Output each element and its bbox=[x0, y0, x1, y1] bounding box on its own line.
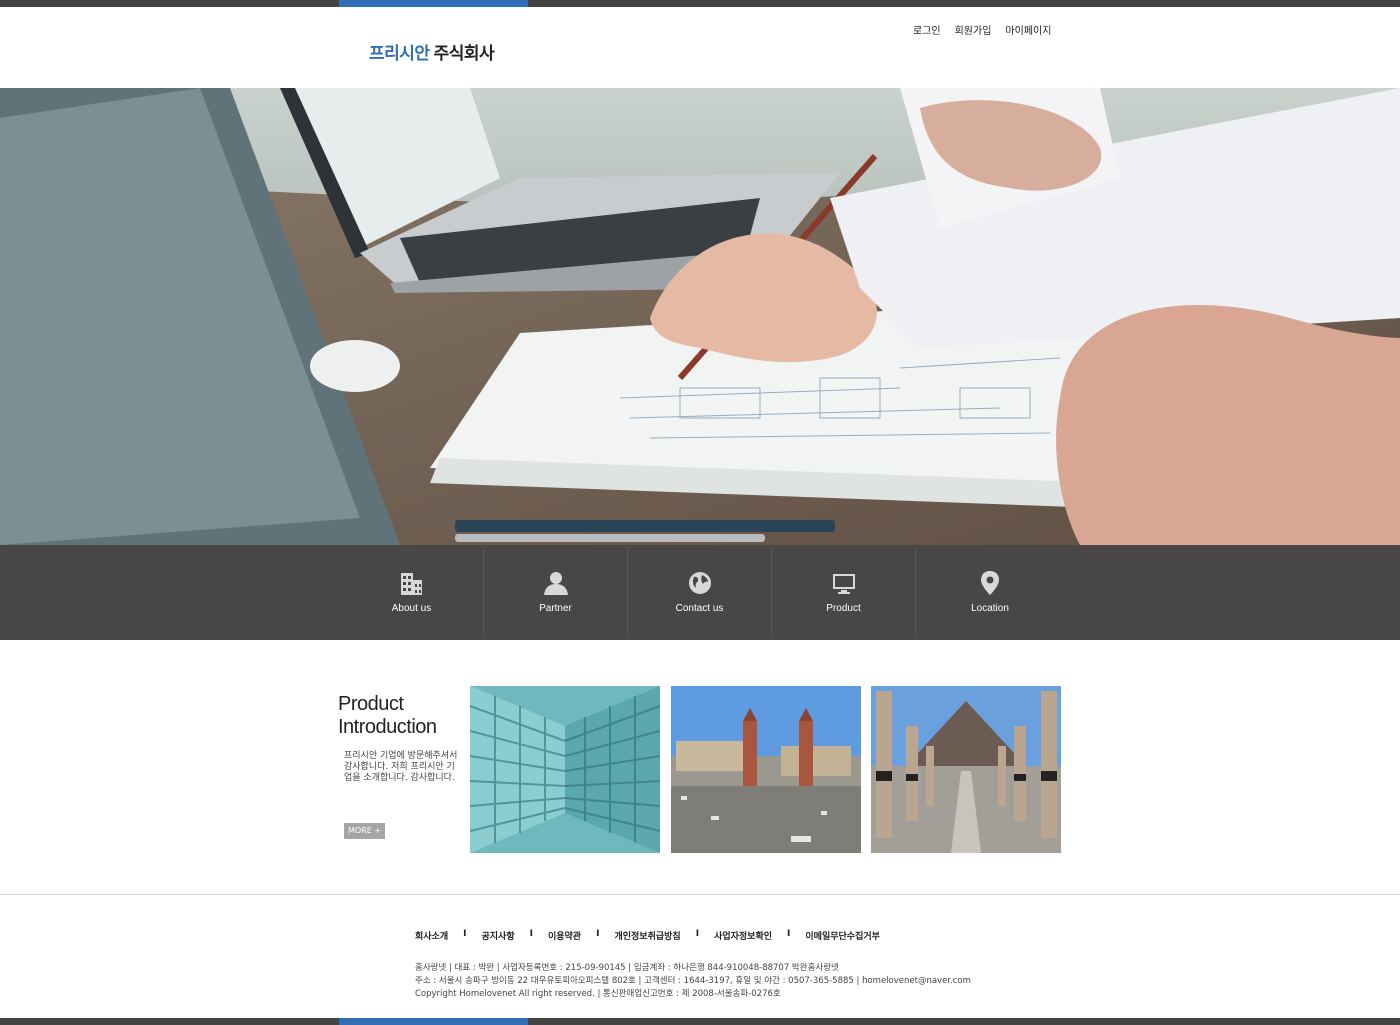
top-bar-accent bbox=[339, 0, 528, 7]
city-plaza-image bbox=[671, 686, 861, 853]
hero-banner bbox=[0, 88, 1400, 545]
hero-photo bbox=[0, 88, 1400, 545]
footer-info-line1: 홈사랑넷 | 대표 : 박완 | 사업자등록번호 : 215-09-90145 … bbox=[415, 963, 839, 973]
menu-about-us[interactable]: About us bbox=[340, 547, 484, 638]
footer-link-business-info[interactable]: 사업자정보확인 bbox=[714, 929, 772, 942]
quick-menu: About us Partner Contact us Product Loca… bbox=[0, 545, 1400, 640]
menu-location[interactable]: Location bbox=[918, 547, 1062, 638]
menu-label-location: Location bbox=[971, 603, 1009, 614]
more-button[interactable]: MORE + bbox=[344, 823, 385, 839]
building-icon bbox=[400, 573, 422, 595]
footer-separator: I bbox=[463, 929, 467, 939]
menu-label-about-us: About us bbox=[391, 603, 432, 614]
menu-partner[interactable]: Partner bbox=[484, 547, 628, 638]
menu-contact-us[interactable]: Contact us bbox=[628, 547, 772, 638]
menu-label-contact-us: Contact us bbox=[675, 603, 724, 614]
footer-link-no-email[interactable]: 이메일무단수집거부 bbox=[805, 929, 880, 942]
footer-separator: I bbox=[596, 929, 600, 939]
login-link[interactable]: 로그인 bbox=[913, 22, 941, 37]
bottom-bar bbox=[0, 1018, 1400, 1025]
intro-title-line2: Introduction bbox=[338, 716, 437, 738]
footer-separator: I bbox=[787, 929, 791, 939]
footer-nav: 회사소개 I 공지사항 I 이용약관 I 개인정보취급방침 I 사업자정보확인 … bbox=[415, 929, 880, 942]
logo-secondary: 주식회사 bbox=[433, 44, 495, 64]
footer-info: 홈사랑넷 | 대표 : 박완 | 사업자등록번호 : 215-09-90145 … bbox=[415, 962, 971, 1001]
logo-primary: 프리시안 bbox=[369, 44, 430, 64]
monitor-icon bbox=[832, 574, 855, 594]
glass-building-image bbox=[470, 686, 660, 853]
footer-separator: I bbox=[529, 929, 533, 939]
signup-link[interactable]: 회원가입 bbox=[955, 22, 992, 37]
footer-link-privacy[interactable]: 개인정보취급방침 bbox=[614, 929, 680, 942]
bottom-bar-accent bbox=[339, 1018, 528, 1025]
menu-label-product: Product bbox=[826, 603, 861, 614]
utility-nav: 로그인 회원가입 마이페이지 bbox=[913, 22, 1051, 37]
intro-title: Product Introduction bbox=[338, 693, 437, 739]
person-icon bbox=[543, 572, 568, 595]
footer-info-line2: 주소 : 서울시 송파구 방이동 22 대우유토피아오피스텔 802호 | 고객… bbox=[415, 976, 971, 986]
product-thumb-3[interactable] bbox=[871, 686, 1061, 853]
intro-text: 프리시안 기업에 방문해주셔서 감사합니다. 저희 프리시안 기업을 소개합니다… bbox=[344, 751, 458, 783]
mypage-link[interactable]: 마이페이지 bbox=[1005, 22, 1051, 37]
globe-icon bbox=[688, 572, 711, 594]
footer-info-line3: Copyright Homelovenet All right reserved… bbox=[415, 989, 781, 999]
footer-separator: I bbox=[695, 929, 700, 939]
menu-label-partner: Partner bbox=[539, 603, 572, 614]
header: 프리시안 주식회사 로그인 회원가입 마이페이지 bbox=[0, 7, 1400, 88]
product-thumb-1[interactable] bbox=[470, 686, 660, 853]
top-bar bbox=[0, 0, 1400, 7]
logo[interactable]: 프리시안 주식회사 bbox=[369, 39, 495, 64]
pyramid-colonnade-image bbox=[871, 686, 1061, 853]
footer-link-terms[interactable]: 이용약관 bbox=[548, 929, 581, 942]
footer-link-notice[interactable]: 공지사항 bbox=[481, 929, 514, 942]
product-thumb-2[interactable] bbox=[671, 686, 861, 853]
menu-product[interactable]: Product bbox=[772, 547, 916, 638]
location-pin-icon bbox=[981, 571, 999, 595]
footer-divider bbox=[0, 894, 1400, 895]
footer-link-company[interactable]: 회사소개 bbox=[415, 929, 448, 942]
intro-title-line1: Product bbox=[338, 693, 404, 715]
